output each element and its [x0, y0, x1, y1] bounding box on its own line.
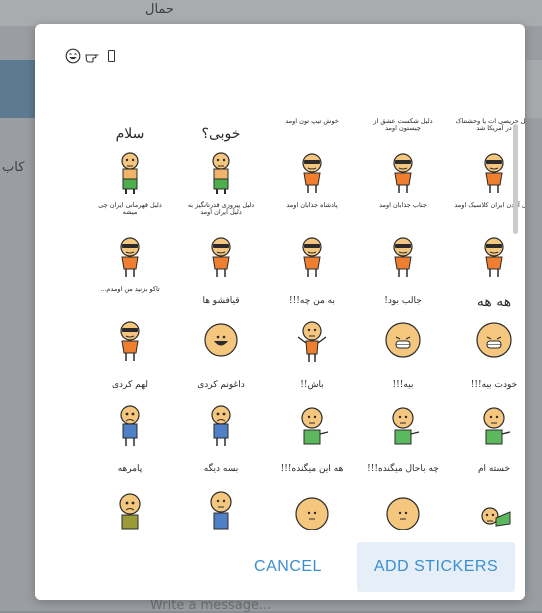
background-chat-title: حمال — [145, 2, 174, 17]
sticker-figure — [112, 488, 148, 532]
sticker-item[interactable]: باش!! — [272, 364, 352, 448]
sticker-item[interactable]: جناب جذابان اومد — [363, 196, 443, 280]
sticker-figure — [385, 488, 421, 532]
cancel-button[interactable]: CANCEL — [243, 542, 333, 592]
sticker-figure — [112, 404, 148, 448]
pointing-hand-icon — [84, 48, 100, 64]
sticker-figure — [203, 152, 239, 196]
sticker-figure — [203, 404, 239, 448]
sticker-figure — [476, 152, 512, 196]
sticker-caption: خوبی؟ — [201, 126, 241, 142]
dialog-footer: CANCEL ADD STICKERS — [35, 530, 525, 600]
sticker-item[interactable]: به من چه!!! — [272, 280, 352, 364]
sticker-item[interactable]: جالب بود! — [363, 280, 443, 364]
sticker-figure — [294, 320, 330, 364]
background-chat-label: کاب — [2, 160, 25, 175]
sticker-figure — [385, 152, 421, 196]
sticker-figure — [112, 236, 148, 280]
sticker-figure — [385, 404, 421, 448]
sticker-caption: سلام — [115, 126, 145, 142]
sticker-caption: دلیل قهرمانی ایران چی میشه — [98, 201, 162, 217]
sticker-item[interactable]: چه باحال میگنده!!! — [363, 448, 443, 532]
sticker-item[interactable]: خودت بیه!!! — [454, 364, 525, 448]
sticker-figure — [112, 152, 148, 196]
sticker-grid: سلام خوبی؟ خوش تیپ تون اومد دلیل شکست عشق ا… — [45, 112, 525, 532]
sticker-caption: تاکو بزنید من اومدم... — [100, 285, 160, 293]
scrollbar-thumb[interactable] — [513, 124, 518, 234]
sticker-figure — [203, 320, 239, 364]
sticker-item[interactable]: خوش تیپ تون اومد — [272, 112, 352, 196]
sticker-caption: دلیل شکست عشق از چیستون اومد — [373, 117, 433, 133]
sticker-item[interactable]: هه این میگنده!!! — [272, 448, 352, 532]
sticker-caption: خودت بیه!!! — [470, 380, 518, 390]
sticker-figure — [385, 320, 421, 364]
sticker-figure — [385, 236, 421, 280]
sticker-item[interactable]: قیافشو ها — [181, 280, 261, 364]
sticker-caption: هه این میگنده!!! — [280, 464, 344, 474]
sticker-item[interactable]: داغونم کردی — [181, 364, 261, 448]
sticker-figure — [294, 152, 330, 196]
sticker-item[interactable]: خوبی؟ — [181, 112, 261, 196]
sticker-item[interactable]: سلام — [90, 112, 170, 196]
sticker-caption: پامرهه — [117, 464, 143, 474]
sticker-caption: چه باحال میگنده!!! — [367, 464, 439, 474]
sticker-caption: پادشاه جذابان اومد — [286, 201, 338, 209]
sticker-caption: جالب بود! — [384, 296, 422, 306]
sticker-item[interactable]: بیه!!! — [363, 364, 443, 448]
sticker-caption: خسته ام — [477, 464, 511, 474]
sticker-caption: لهم کردی — [111, 380, 149, 390]
background-sidebar-strip — [0, 60, 36, 118]
sticker-set-title — [65, 48, 119, 64]
sticker-caption: دلیل پیروزی قدرتانگیز به دلیل ایران اومد — [187, 201, 255, 217]
add-stickers-button[interactable]: ADD STICKERS — [357, 542, 515, 592]
background-side-strip — [526, 60, 542, 118]
sticker-caption: قیافشو ها — [202, 296, 240, 306]
sticker-caption: داغونم کردی — [197, 380, 245, 390]
sticker-caption: بسه دیگه — [203, 464, 239, 474]
sticker-item[interactable]: خسته ام — [454, 448, 525, 532]
sticker-figure — [476, 404, 512, 448]
sticker-item[interactable]: پامرهه — [90, 448, 170, 532]
sticker-figure — [476, 488, 512, 532]
sticker-figure — [112, 320, 148, 364]
sticker-item[interactable]: پادشاه جذابان اومد — [272, 196, 352, 280]
sticker-figure — [294, 488, 330, 532]
sticker-caption: باش!! — [300, 380, 324, 390]
sticker-item[interactable]: دلیل پیروزی قدرتانگیز به دلیل ایران اومد — [181, 196, 261, 280]
sticker-figure — [476, 236, 512, 280]
sticker-item[interactable]: دلیل قهرمانی ایران چی میشه — [90, 196, 170, 280]
placeholder-box-icon — [103, 48, 119, 64]
sticker-item[interactable]: دلیل شکست عشق از چیستون اومد — [363, 112, 443, 196]
sticker-figure — [203, 488, 239, 532]
background-header — [0, 0, 542, 26]
sticker-item[interactable]: تاکو بزنید من اومدم... — [90, 280, 170, 364]
scrollbar[interactable] — [513, 124, 518, 324]
sticker-figure — [294, 236, 330, 280]
sticker-caption: بیه!!! — [392, 380, 414, 390]
sticker-caption: به من چه!!! — [289, 296, 335, 306]
sticker-figure — [476, 320, 512, 364]
sticker-caption: جناب جذابان اومد — [379, 201, 427, 209]
sticker-item[interactable]: لهم کردی — [90, 364, 170, 448]
grinning-face-icon — [65, 48, 81, 64]
sticker-figure — [203, 236, 239, 280]
sticker-figure — [294, 404, 330, 448]
sticker-caption: خوش تیپ تون اومد — [285, 117, 339, 125]
sticker-item[interactable]: بسه دیگه — [181, 448, 261, 532]
sticker-set-dialog: سلام خوبی؟ خوش تیپ تون اومد دلیل شکست عشق ا… — [35, 24, 525, 600]
